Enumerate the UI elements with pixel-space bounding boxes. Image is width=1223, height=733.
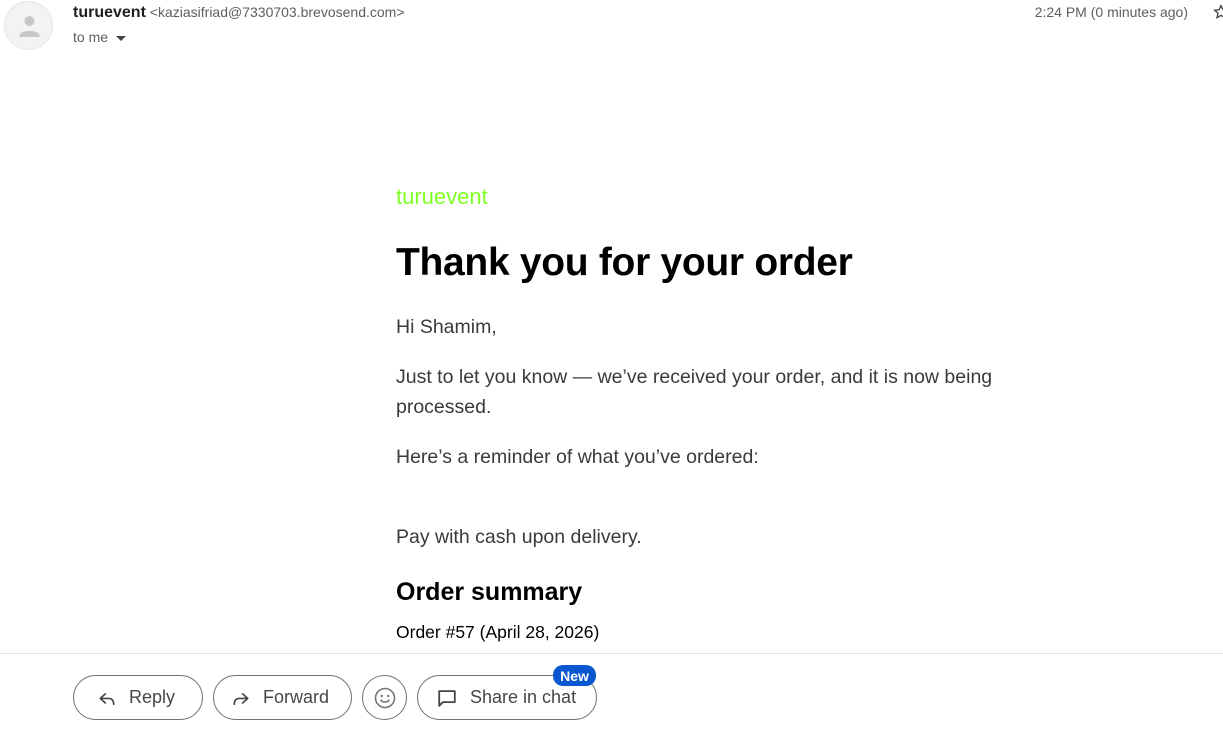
- recipient-details-toggle[interactable]: to me: [73, 27, 127, 47]
- reply-icon: [97, 688, 117, 708]
- star-icon[interactable]: [1213, 4, 1223, 25]
- forward-label: Forward: [263, 687, 330, 707]
- greeting-text: Hi Shamim,: [396, 316, 497, 338]
- order-reminder-text: Here’s a reminder of what you’ve ordered…: [396, 446, 759, 468]
- payment-method-text: Pay with cash upon delivery.: [396, 526, 642, 548]
- reply-label: Reply: [129, 687, 176, 707]
- message-timestamp: 2:24 PM (0 minutes ago): [1034, 4, 1188, 20]
- sender-name[interactable]: turuevent: [73, 4, 146, 21]
- chat-icon: [436, 687, 458, 709]
- emoji-reaction-button[interactable]: [362, 675, 407, 720]
- share-in-chat-label: Share in chat: [470, 687, 577, 707]
- sender-line: turuevent <kaziasifriad@7330703.brevosen…: [73, 2, 405, 23]
- caret-down-icon: [116, 35, 127, 41]
- order-summary-heading: Order summary: [396, 578, 583, 606]
- action-bar-divider: [0, 653, 1223, 654]
- smiley-icon: [373, 686, 397, 710]
- sender-email: <kaziasifriad@7330703.brevosend.com>: [149, 4, 405, 20]
- new-badge: New: [553, 665, 596, 686]
- brand-logo-text: turuevent: [396, 184, 488, 209]
- forward-button[interactable]: Forward: [213, 675, 352, 720]
- reply-button[interactable]: Reply: [73, 675, 203, 720]
- email-heading: Thank you for your order: [396, 241, 853, 284]
- recipient-label: to me: [73, 29, 109, 45]
- sender-avatar[interactable]: [4, 1, 53, 50]
- order-received-text: Just to let you know — we’ve received yo…: [396, 366, 993, 418]
- person-icon: [19, 16, 40, 37]
- order-number-date: Order #57 (April 28, 2026): [396, 622, 600, 642]
- forward-icon: [231, 688, 251, 708]
